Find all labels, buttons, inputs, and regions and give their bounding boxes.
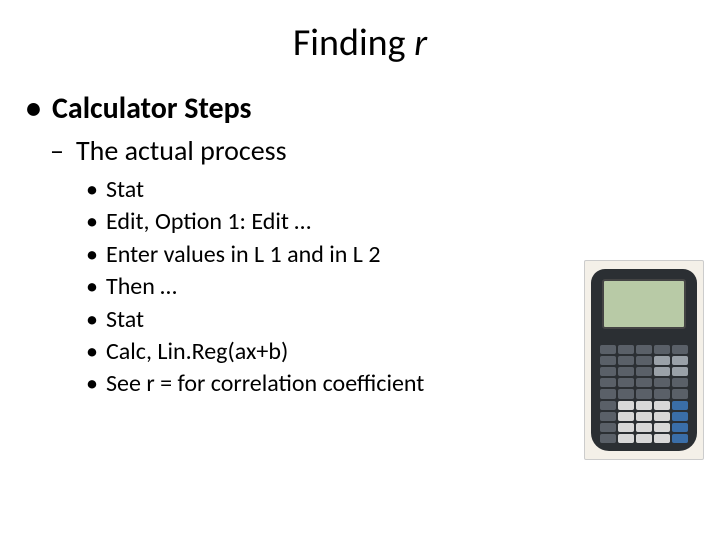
calculator-brand-label <box>602 332 686 340</box>
step-item: Enter values in L 1 and in L 2 <box>86 239 570 271</box>
step-text: Calc, Lin.Reg(ax+b) <box>106 337 288 366</box>
bullet-l1-text: Calculator Steps <box>52 90 252 127</box>
step-item: Stat <box>86 174 570 206</box>
title-variable: r <box>414 20 427 66</box>
step-text: Then … <box>106 272 177 301</box>
calculator-body <box>591 269 697 451</box>
step-text: Stat <box>106 175 144 204</box>
step-item: Then … <box>86 271 570 303</box>
step-item: Stat <box>86 304 570 336</box>
step-item: Edit, Option 1: Edit … <box>86 206 570 238</box>
bullet-level2: The actual process <box>50 133 570 168</box>
bullet-level1: Calculator Steps <box>26 90 570 127</box>
step-item: See r = for correlation coefficient <box>86 368 570 400</box>
bullet-l2-text: The actual process <box>76 133 287 168</box>
calculator-screen <box>602 279 686 329</box>
step-text: See r = for correlation coefficient <box>106 369 424 398</box>
step-item: Calc, Lin.Reg(ax+b) <box>86 336 570 368</box>
title-prefix: Finding <box>293 20 414 66</box>
step-text: Edit, Option 1: Edit … <box>106 207 311 236</box>
step-text: Enter values in L 1 and in L 2 <box>106 240 381 269</box>
calculator-image <box>584 260 704 460</box>
calculator-keypad <box>600 345 688 443</box>
slide-title: Finding r <box>0 0 720 90</box>
step-text: Stat <box>106 305 144 334</box>
